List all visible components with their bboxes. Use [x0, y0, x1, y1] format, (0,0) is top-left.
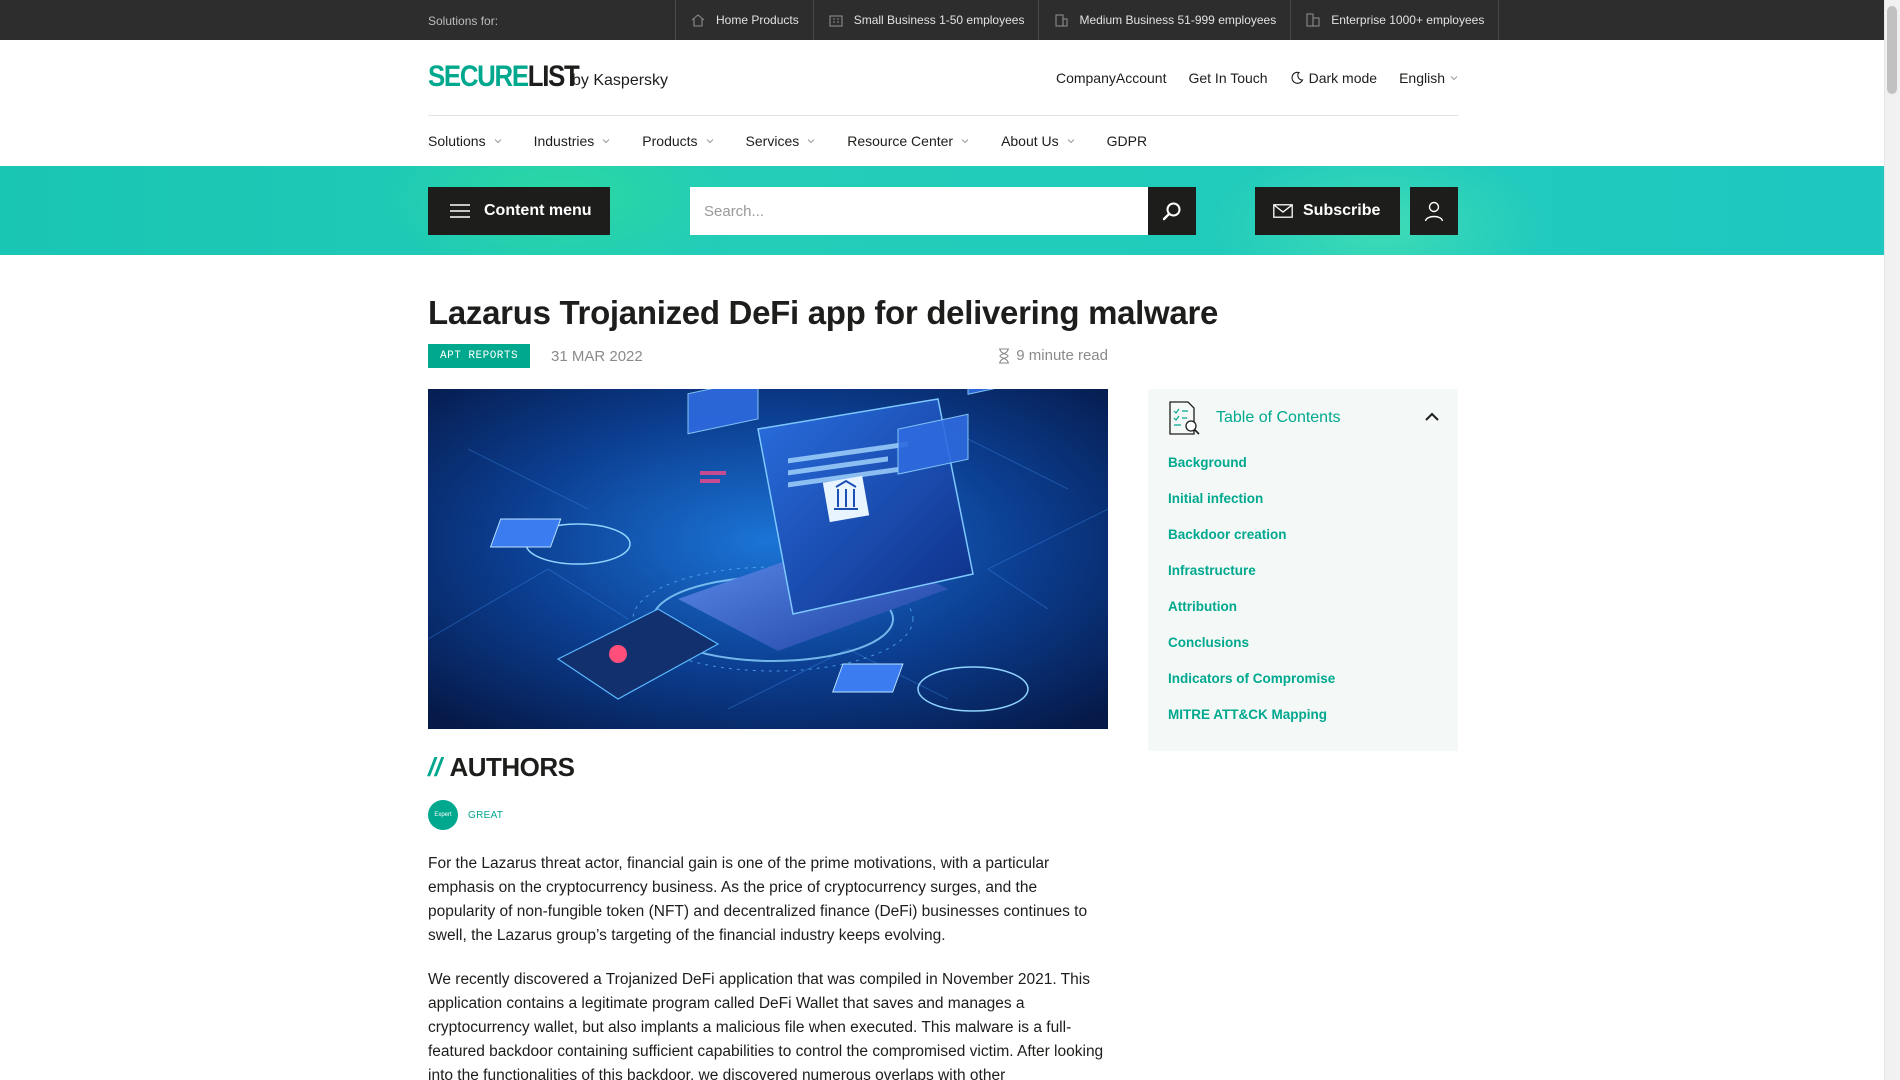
solution-label: Enterprise 1000+ employees	[1331, 13, 1485, 27]
company-account-link[interactable]: CompanyAccount	[1056, 70, 1167, 86]
toc-item-initial-infection[interactable]: Initial infection	[1168, 491, 1335, 527]
house-icon	[691, 14, 705, 27]
defi-laptop-illustration	[428, 389, 1108, 729]
solution-label: Home Products	[716, 13, 799, 27]
authors-heading-label: AUTHORS	[449, 752, 575, 782]
article-body: For the Lazarus threat actor, financial …	[428, 852, 1108, 1080]
get-in-touch-link[interactable]: Get In Touch	[1188, 70, 1267, 86]
nav-item-gdpr[interactable]: GDPR	[1107, 133, 1147, 149]
subscribe-button[interactable]: Subscribe	[1255, 187, 1400, 235]
toc-item-mitre-attack-mapping[interactable]: MITRE ATT&CK Mapping	[1168, 707, 1335, 743]
solutions-segments: Home Products Small Business 1-50 employ…	[675, 0, 1500, 40]
article-paragraph: For the Lazarus threat actor, financial …	[428, 855, 1088, 944]
authors-slashes: //	[428, 752, 442, 782]
page-scrollbar[interactable]	[1884, 0, 1900, 1080]
search-input[interactable]: Search...	[690, 187, 1148, 235]
dark-mode-label: Dark mode	[1308, 70, 1378, 86]
hourglass-icon	[999, 347, 1010, 364]
scrollbar-thumb[interactable]	[1887, 6, 1897, 94]
logo-wordmark: SECURELIST	[428, 60, 580, 93]
article-paragraph: We recently discovered a Trojanized DeFi…	[428, 971, 1104, 1080]
article-meta: APT REPORTS 31 MAR 2022 9 minute read	[428, 344, 1108, 368]
toc-item-conclusions[interactable]: Conclusions	[1168, 635, 1335, 671]
read-time-label: 9 minute read	[1016, 347, 1108, 364]
search-button[interactable]	[1148, 187, 1196, 235]
solution-label: Medium Business 51-999 employees	[1079, 13, 1277, 27]
action-band: Content menu Search... Subscribe	[0, 166, 1884, 255]
document-search-icon	[1169, 401, 1200, 435]
toc-item-infrastructure[interactable]: Infrastructure	[1168, 563, 1335, 599]
envelope-icon	[1273, 204, 1293, 218]
site-header: SECURELIST by Kaspersky CompanyAccount G…	[428, 40, 1458, 116]
nav-label: Services	[745, 133, 800, 149]
account-button[interactable]	[1410, 187, 1458, 235]
solution-medium-business[interactable]: Medium Business 51-999 employees	[1038, 0, 1290, 40]
solution-home-products[interactable]: Home Products	[675, 0, 813, 40]
solution-small-business[interactable]: Small Business 1-50 employees	[812, 0, 1039, 40]
toc-title: Table of Contents	[1216, 409, 1341, 426]
content-menu-label: Content menu	[484, 202, 592, 219]
nav-label: Resource Center	[847, 133, 954, 149]
nav-label: About Us	[1001, 133, 1059, 149]
toc-item-indicators-of-compromise[interactable]: Indicators of Compromise	[1168, 671, 1335, 707]
expert-avatar: Expert	[428, 800, 458, 830]
search-icon	[1162, 202, 1181, 221]
search-placeholder: Search...	[704, 202, 765, 220]
nav-label: GDPR	[1106, 133, 1148, 149]
chevron-down-icon	[807, 139, 815, 144]
solution-enterprise[interactable]: Enterprise 1000+ employees	[1290, 0, 1500, 40]
solution-label: Small Business 1-50 employees	[853, 13, 1025, 27]
nav-label: Products	[642, 133, 698, 149]
nav-item-industries[interactable]: Industries	[534, 133, 611, 149]
content-menu-button[interactable]: Content menu	[428, 187, 610, 235]
toc-item-attribution[interactable]: Attribution	[1168, 599, 1335, 635]
logo-byline: by Kaspersky	[572, 72, 669, 89]
author-name[interactable]: GREAT	[468, 810, 503, 821]
dark-mode-toggle[interactable]: Dark mode	[1290, 70, 1377, 86]
chevron-down-icon	[1450, 76, 1458, 81]
category-tag[interactable]: APT REPORTS	[428, 344, 531, 368]
header-links: CompanyAccount Get In Touch Dark mode En…	[1056, 70, 1458, 86]
nav-item-about-us[interactable]: About Us	[1001, 133, 1075, 149]
toc-list: Background Initial infection Backdoor cr…	[1168, 455, 1335, 743]
solutions-bar: Solutions for: Home Products Small Busin…	[0, 0, 1884, 40]
author-entry[interactable]: Expert GREAT	[428, 800, 503, 830]
solutions-label: Solutions for:	[428, 14, 499, 28]
enterprise-building-icon	[1306, 13, 1320, 27]
hamburger-icon	[450, 204, 470, 218]
medium-building-icon	[1055, 14, 1069, 27]
toc-item-background[interactable]: Background	[1168, 455, 1335, 491]
publish-date: 31 MAR 2022	[551, 348, 643, 365]
toc-item-backdoor-creation[interactable]: Backdoor creation	[1168, 527, 1335, 563]
chevron-down-icon	[1067, 139, 1075, 144]
hero-image	[428, 389, 1108, 729]
main-nav: Solutions Industries Products Services R…	[428, 116, 1147, 166]
chevron-down-icon	[602, 139, 610, 144]
chevron-down-icon	[494, 139, 501, 144]
authors-heading: // AUTHORS	[428, 752, 575, 783]
page: Solutions for: Home Products Small Busin…	[0, 0, 1884, 1080]
nav-label: Industries	[533, 133, 595, 149]
toc-header[interactable]: Table of Contents	[1168, 399, 1440, 437]
chevron-up-icon[interactable]	[1424, 411, 1440, 423]
read-time: 9 minute read	[998, 347, 1108, 364]
article-title: Lazarus Trojanized DeFi app for deliveri…	[428, 294, 1219, 331]
language-selector[interactable]: English	[1399, 70, 1458, 86]
subscribe-label: Subscribe	[1303, 202, 1381, 219]
nav-item-products[interactable]: Products	[642, 133, 713, 149]
chevron-down-icon	[706, 139, 713, 144]
nav-item-resource-center[interactable]: Resource Center	[847, 133, 969, 149]
user-icon	[1424, 201, 1444, 222]
nav-item-solutions[interactable]: Solutions	[428, 133, 502, 149]
table-of-contents: Table of Contents Background Initial inf…	[1148, 389, 1458, 751]
chevron-down-icon	[961, 139, 969, 144]
small-building-icon	[829, 15, 843, 27]
nav-label: Solutions	[428, 133, 486, 149]
nav-item-services[interactable]: Services	[746, 133, 816, 149]
language-label: English	[1399, 70, 1445, 86]
moon-icon	[1291, 71, 1303, 84]
securelist-logo[interactable]: SECURELIST by Kaspersky	[428, 62, 668, 92]
